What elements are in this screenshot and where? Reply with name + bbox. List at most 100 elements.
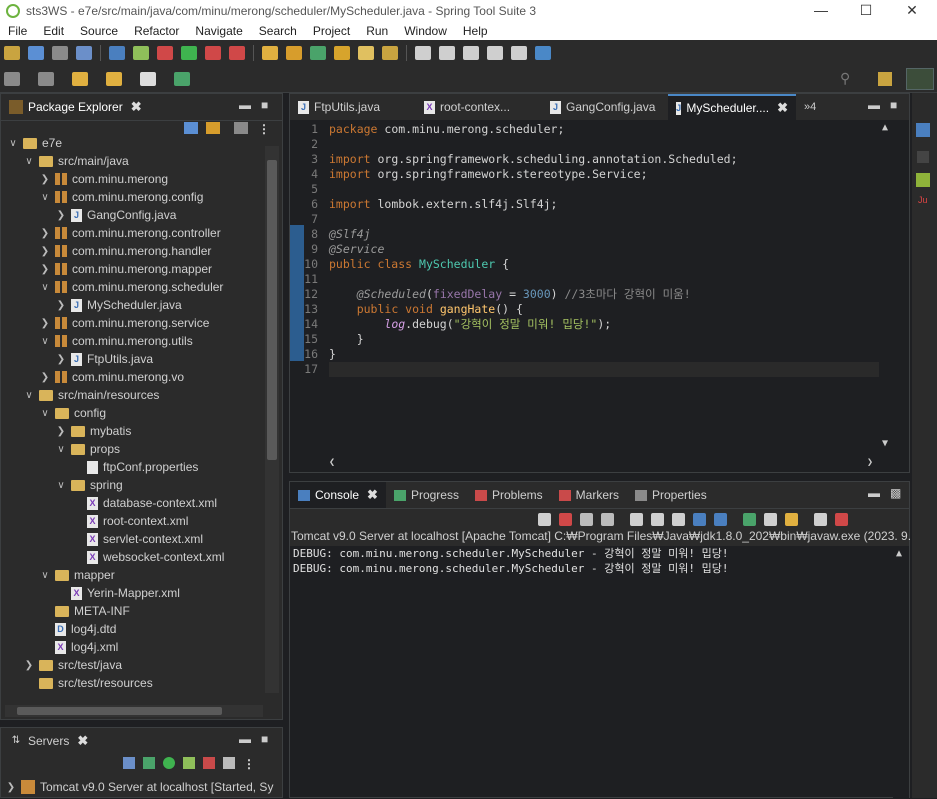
tree-item[interactable]: ∨ spring xyxy=(1,476,263,494)
editor-horizontal-scrollbar[interactable]: ❮ ❯ xyxy=(329,456,877,470)
expand-arrow-icon[interactable]: ∨ xyxy=(39,570,51,581)
expand-arrow-icon[interactable]: ❯ xyxy=(23,660,35,671)
tree-item[interactable]: ❯ com.minu.merong xyxy=(1,170,263,188)
tree-item[interactable]: ∨ props xyxy=(1,440,263,458)
minimize-panel-icon[interactable]: ▬ xyxy=(868,486,880,500)
tree-item[interactable]: ❯ src/test/java xyxy=(1,656,263,674)
toolbar-tool-icon[interactable] xyxy=(76,46,92,60)
toolbar-tool-icon[interactable] xyxy=(358,46,374,60)
code-editor[interactable]: 1 package com.minu.merong.scheduler; 2 3 imp… xyxy=(290,120,909,472)
toolbar-tool-icon[interactable] xyxy=(109,46,125,60)
console-tool-icon[interactable] xyxy=(814,512,827,526)
toolbar-tool-icon[interactable] xyxy=(415,46,431,60)
tree-item[interactable]: Dlog4j.dtd xyxy=(1,620,263,638)
console-vertical-scrollbar[interactable]: ▲ xyxy=(893,546,909,799)
tree-item[interactable]: ❯ mybatis xyxy=(1,422,263,440)
toolbar-tool-icon[interactable] xyxy=(28,46,44,60)
tree-item[interactable]: Xlog4j.xml xyxy=(1,638,263,656)
code-line[interactable]: 6 import lombok.extern.slf4j.Slf4j; xyxy=(290,197,879,212)
expand-arrow-icon[interactable]: ❯ xyxy=(39,174,51,185)
maximize-panel-icon[interactable]: ■ xyxy=(890,98,897,112)
tab-editor-file[interactable]: J MyScheduler.... ✖ xyxy=(668,94,796,120)
menu-search[interactable]: Search xyxy=(251,24,305,38)
toolbar-navigation-icon[interactable] xyxy=(38,72,54,86)
menu-project[interactable]: Project xyxy=(305,24,358,38)
toolbar-tool-icon[interactable] xyxy=(511,46,527,60)
tree-item[interactable]: ∨ e7e xyxy=(1,134,263,152)
code-line[interactable]: 8 @Slf4j xyxy=(290,227,879,242)
new-server-icon[interactable] xyxy=(123,757,135,769)
expand-arrow-icon[interactable]: ∨ xyxy=(23,390,35,401)
code-line[interactable]: 11 xyxy=(290,272,879,287)
expand-arrow-icon[interactable]: ∨ xyxy=(39,336,51,347)
tree-item[interactable]: ❯ com.minu.merong.handler xyxy=(1,242,263,260)
tree-item[interactable]: ∨ mapper xyxy=(1,566,263,584)
toolbar-tool-icon[interactable] xyxy=(487,46,503,60)
explorer-vertical-scrollbar[interactable] xyxy=(265,146,279,693)
menu-window[interactable]: Window xyxy=(396,24,455,38)
expand-arrow-icon[interactable]: ❯ xyxy=(39,372,51,383)
console-tool-icon[interactable] xyxy=(743,512,756,526)
tree-item[interactable]: ∨ config xyxy=(1,404,263,422)
expand-arrow-icon[interactable]: ❯ xyxy=(55,354,67,365)
toolbar-tool-icon[interactable] xyxy=(286,46,302,60)
console-tool-icon[interactable] xyxy=(538,512,551,526)
code-line[interactable]: 1 package com.minu.merong.scheduler; xyxy=(290,122,879,137)
profile-server-icon[interactable] xyxy=(183,757,195,769)
minimize-panel-icon[interactable]: ▬ xyxy=(868,98,880,112)
console-tool-icon[interactable] xyxy=(580,512,593,526)
toolbar-navigation-icon[interactable] xyxy=(140,72,156,86)
toolbar-tool-icon[interactable] xyxy=(133,46,149,60)
code-line[interactable]: 10 public class MyScheduler { xyxy=(290,257,879,272)
toolbar-tool-icon[interactable] xyxy=(310,46,326,60)
tree-item[interactable]: ∨ src/main/java xyxy=(1,152,263,170)
tree-item[interactable]: ∨ com.minu.merong.utils xyxy=(1,332,263,350)
menu-run[interactable]: Run xyxy=(358,24,396,38)
menu-help[interactable]: Help xyxy=(455,24,496,38)
view-menu-icon[interactable]: ⋮ xyxy=(243,757,255,771)
tree-item[interactable]: Xdatabase-context.xml xyxy=(1,494,263,512)
close-tab-icon[interactable]: ✖ xyxy=(77,733,88,749)
expand-arrow-icon[interactable]: ❯ xyxy=(5,782,17,793)
debug-server-icon[interactable] xyxy=(143,757,155,769)
code-line[interactable]: 15 } xyxy=(290,332,879,347)
filter-icon[interactable] xyxy=(234,122,248,134)
toolbar-tool-icon[interactable] xyxy=(382,46,398,60)
explorer-horizontal-scrollbar[interactable] xyxy=(5,705,263,717)
tree-item[interactable]: ∨ com.minu.merong.config xyxy=(1,188,263,206)
toolbar-navigation-icon[interactable] xyxy=(72,72,88,86)
tab-console[interactable]: Console ✖ xyxy=(290,482,386,508)
expand-arrow-icon[interactable]: ❯ xyxy=(55,210,67,221)
toolbar-tool-icon[interactable] xyxy=(205,46,221,60)
tree-item[interactable]: ∨ src/main/resources xyxy=(1,386,263,404)
tab-properties[interactable]: Properties xyxy=(627,482,715,508)
code-line[interactable]: 4 import org.springframework.stereotype.S… xyxy=(290,167,879,182)
close-tab-icon[interactable]: ✖ xyxy=(777,100,788,116)
toolbar-tool-icon[interactable] xyxy=(463,46,479,60)
tree-item[interactable]: src/test/resources xyxy=(1,674,263,692)
expand-arrow-icon[interactable]: ∨ xyxy=(39,408,51,419)
close-window-button[interactable]: ✕ xyxy=(889,0,935,22)
toolbar-tool-icon[interactable] xyxy=(4,46,20,60)
close-tab-icon[interactable]: ✖ xyxy=(131,99,142,115)
menu-source[interactable]: Source xyxy=(72,24,126,38)
tree-item[interactable]: Xservlet-context.xml xyxy=(1,530,263,548)
tree-item[interactable]: ftpConf.properties xyxy=(1,458,263,476)
outline-icon[interactable] xyxy=(916,123,930,137)
menu-edit[interactable]: Edit xyxy=(35,24,72,38)
maximize-panel-icon[interactable]: ■ xyxy=(261,732,268,746)
tree-item[interactable]: META-INF xyxy=(1,602,263,620)
expand-arrow-icon[interactable]: ∨ xyxy=(39,282,51,293)
tree-item[interactable]: ❯ com.minu.merong.vo xyxy=(1,368,263,386)
menu-navigate[interactable]: Navigate xyxy=(187,24,250,38)
close-tab-icon[interactable]: ✖ xyxy=(367,487,378,503)
code-line[interactable]: 5 xyxy=(290,182,879,197)
expand-arrow-icon[interactable]: ❯ xyxy=(39,228,51,239)
tab-overflow-button[interactable]: »4 xyxy=(804,101,816,113)
collapse-all-icon[interactable] xyxy=(184,122,198,134)
publish-icon[interactable] xyxy=(223,757,235,769)
console-tool-icon[interactable] xyxy=(764,512,777,526)
toolbar-navigation-icon[interactable] xyxy=(106,72,122,86)
link-with-editor-icon[interactable] xyxy=(206,122,220,134)
tab-servers[interactable]: ⇅ Servers ✖ xyxy=(1,728,96,754)
